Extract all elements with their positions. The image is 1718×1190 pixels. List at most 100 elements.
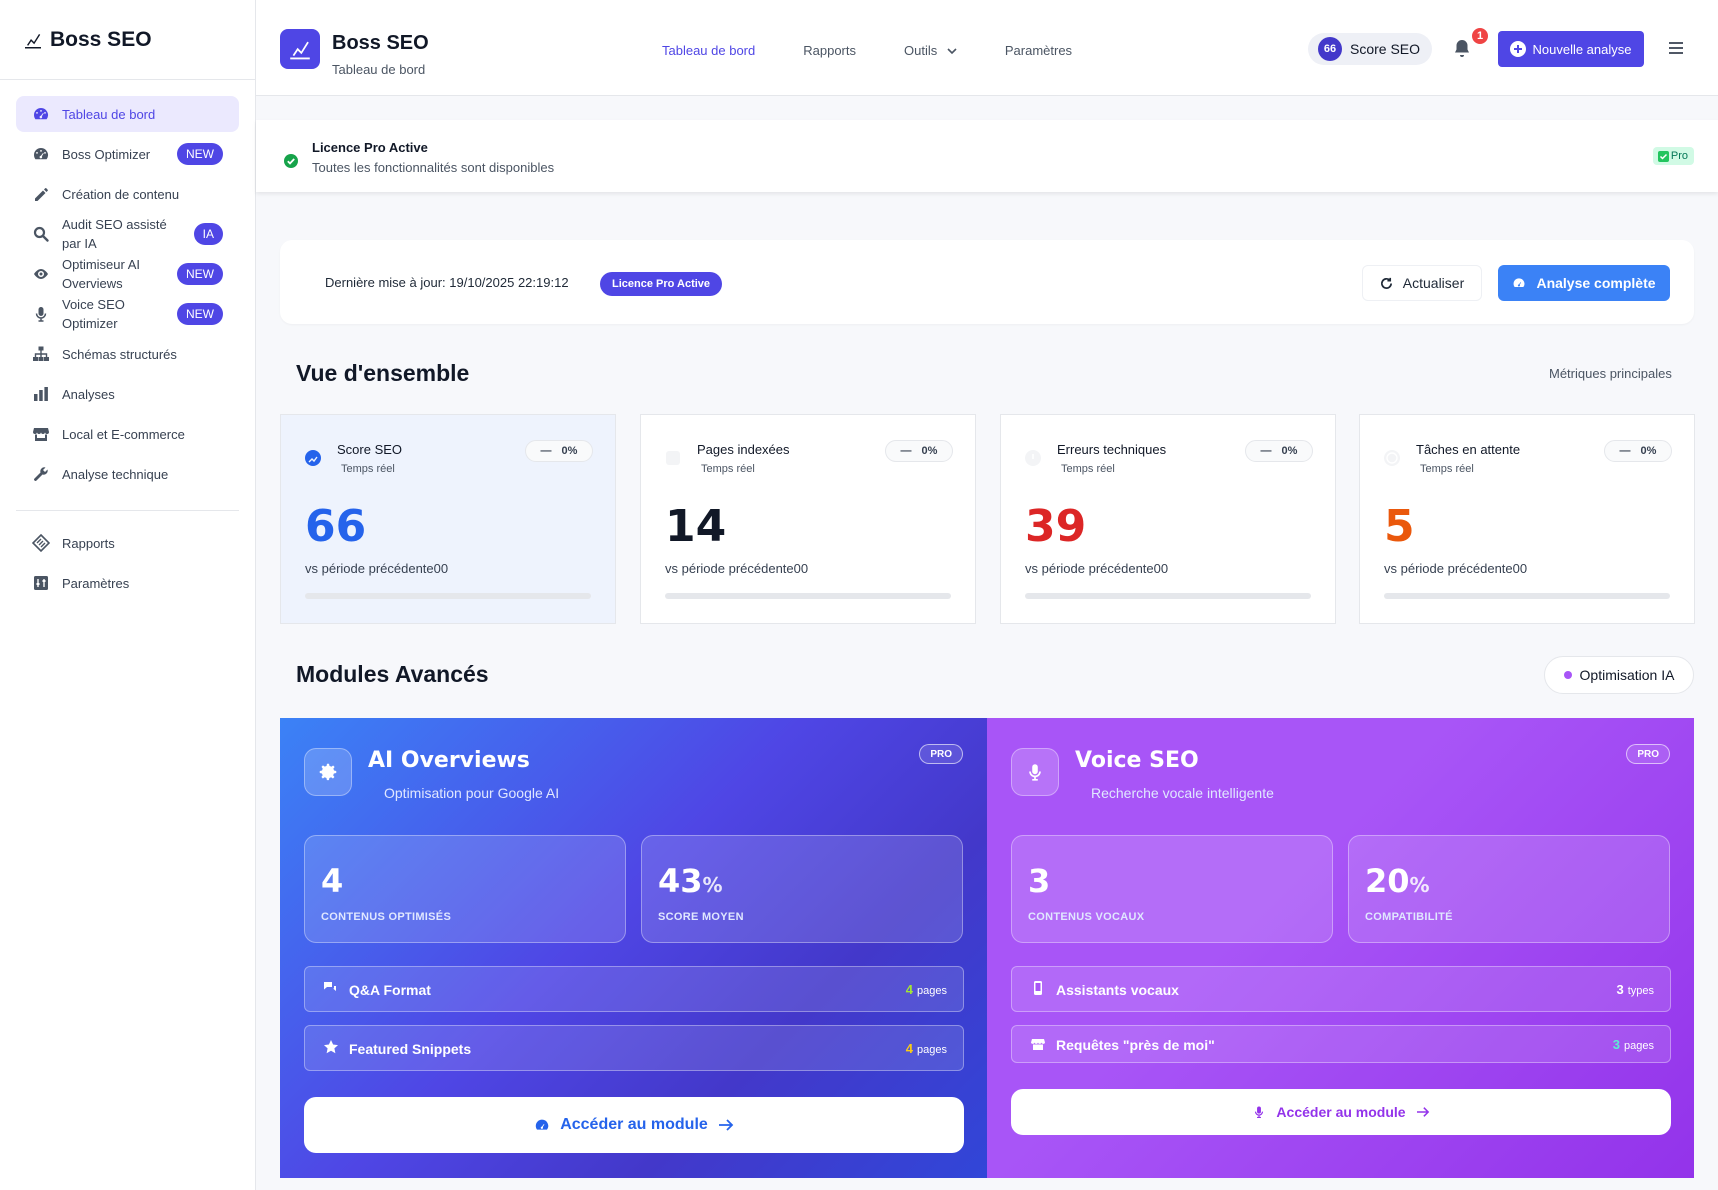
bar-chart-icon <box>34 387 48 401</box>
seo-score-chip[interactable]: 66 Score SEO <box>1308 33 1433 65</box>
eye-icon <box>34 269 48 279</box>
kpi-card-seo-score[interactable]: Score SEO Temps réel — 0% 66 vs période p… <box>280 414 616 624</box>
status-dot <box>1563 671 1572 679</box>
stat-optimized-contents: 4 CONTENUS OPTIMISÉS <box>304 835 626 943</box>
ai-optimization-chip[interactable]: Optimisation IA <box>1544 656 1694 694</box>
sidebar-item-analyses[interactable]: Analyses <box>16 376 239 412</box>
document-icon <box>666 451 680 465</box>
sidebar-item-label: Optimiseur AI Overviews <box>62 257 141 291</box>
kpi-progress-bar <box>305 593 591 599</box>
sitemap-icon <box>33 346 49 361</box>
kpi-change-chip: — 0% <box>1245 440 1313 462</box>
topnav-settings[interactable]: Paramètres <box>1005 43 1072 58</box>
module-subtitle: Recherche vocale intelligente <box>1091 785 1274 801</box>
license-banner: Licence Pro Active Toutes les fonctionna… <box>256 120 1718 192</box>
topnav-reports[interactable]: Rapports <box>803 43 856 58</box>
stat-value: 43% <box>658 862 723 900</box>
kpi-change: 0% <box>1281 445 1298 457</box>
topnav-dashboard[interactable]: Tableau de bord <box>662 43 755 58</box>
bell-icon[interactable] <box>1452 38 1472 60</box>
kpi-value: 66 <box>305 501 367 552</box>
feature-row-qa-format[interactable]: Q&A Format 4 pages <box>304 966 964 1012</box>
kpi-title: Tâches en attente <box>1416 442 1521 457</box>
sidebar-item-label: Paramètres <box>62 575 130 591</box>
topnav-tools[interactable]: Outils <box>904 43 957 58</box>
kpi-value: 14 <box>665 501 727 552</box>
app-title: Boss SEO <box>332 32 429 54</box>
new-analysis-button[interactable]: Nouvelle analyse <box>1498 31 1644 67</box>
kpi-progress-bar <box>1384 593 1670 599</box>
stat-number: 20 <box>1365 862 1410 900</box>
sidebar-item-technical-analysis[interactable]: Analyse technique <box>16 456 239 492</box>
feature-row-featured-snippets[interactable]: Featured Snippets 4 pages <box>304 1025 964 1071</box>
sidebar-item-seo-audit[interactable]: Audit SEO assisté par IA IA <box>16 216 239 252</box>
feature-count: 3 pages <box>1613 1037 1654 1052</box>
new-analysis-label: Nouvelle analyse <box>1532 41 1632 57</box>
comments-icon <box>324 982 336 991</box>
sidebar-item-label: Rapports <box>62 535 115 551</box>
arrow-right-icon <box>718 1119 734 1131</box>
feature-row-voice-assistants[interactable]: Assistants vocaux 3 types <box>1011 966 1671 1012</box>
seo-score-label: Score SEO <box>1350 41 1421 57</box>
app-subtitle: Tableau de bord <box>332 62 426 77</box>
kpi-card-indexed-pages[interactable]: Pages indexées Temps réel — 0% 14 vs péri… <box>640 414 976 624</box>
sidebar-item-local-ecommerce[interactable]: Local et E-commerce <box>16 416 239 452</box>
sidebar-item-label: Schémas structurés <box>62 346 177 362</box>
menu-icon[interactable] <box>1668 41 1684 55</box>
stat-number: 4 <box>321 862 344 900</box>
dash-icon: — <box>1619 445 1631 457</box>
feature-count: 3 types <box>1616 982 1654 997</box>
access-module-label: Accéder au module <box>560 1116 708 1133</box>
kpi-subtitle: Temps réel <box>1420 463 1474 475</box>
kpi-value: 5 <box>1384 501 1415 552</box>
full-analysis-button[interactable]: Analyse complète <box>1498 265 1670 301</box>
sidebar-divider <box>16 510 239 511</box>
new-badge: NEW <box>177 143 223 165</box>
top-header: Boss SEO Tableau de bord Tableau de bord… <box>256 0 1718 96</box>
check-box-icon <box>1657 150 1669 162</box>
metrics-label: Métriques principales <box>1549 366 1672 381</box>
kpi-card-technical-errors[interactable]: Erreurs techniques Temps réel — 0% 39 vs … <box>1000 414 1336 624</box>
kpi-value: 39 <box>1025 501 1087 552</box>
sidebar-item-reports[interactable]: Rapports <box>16 525 239 561</box>
top-nav: Tableau de bord Rapports Outils Paramètr… <box>662 43 1072 58</box>
overview-title: Vue d'ensemble <box>296 360 470 386</box>
star-icon <box>324 1040 338 1054</box>
module-icon-box <box>1011 748 1059 796</box>
store-icon <box>1031 1039 1045 1050</box>
topnav-tools-label: Outils <box>904 43 938 58</box>
stat-average-score: 43% SCORE MOYEN <box>641 835 963 943</box>
kpi-subtitle: Temps réel <box>341 463 395 475</box>
access-module-button[interactable]: Accéder au module <box>304 1097 964 1153</box>
access-module-button[interactable]: Accéder au module <box>1011 1089 1671 1135</box>
sidebar-item-content-creation[interactable]: Création de contenu <box>16 176 239 212</box>
feature-count-unit: pages <box>917 985 947 997</box>
stat-number: 43 <box>658 862 703 900</box>
dash-icon: — <box>900 445 912 457</box>
sidebar-item-ai-overviews[interactable]: Optimiseur AI Overviews NEW <box>16 256 239 292</box>
sidebar-item-voice-seo[interactable]: Voice SEO Optimizer NEW <box>16 296 239 332</box>
feature-label: Featured Snippets <box>349 1041 472 1057</box>
kpi-comparison: vs période précédente00 <box>665 561 809 576</box>
feature-count-unit: types <box>1627 985 1654 997</box>
kpi-subtitle: Temps réel <box>701 463 755 475</box>
sidebar-brand[interactable]: Boss SEO <box>0 0 255 80</box>
sidebar-item-schemas[interactable]: Schémas structurés <box>16 336 239 372</box>
module-subtitle: Optimisation pour Google AI <box>384 785 560 801</box>
feature-label: Requêtes "près de moi" <box>1056 1037 1215 1053</box>
sidebar-item-boss-optimizer[interactable]: Boss Optimizer NEW <box>16 136 239 172</box>
stat-value: 20% <box>1365 862 1430 900</box>
chart-logo-icon <box>290 41 310 60</box>
warning-icon <box>1025 450 1041 466</box>
sidebar-item-settings[interactable]: Paramètres <box>16 565 239 601</box>
update-bar: Dernière mise à jour: 19/10/2025 22:19:1… <box>280 240 1694 324</box>
kpi-card-pending-tasks[interactable]: Tâches en attente Temps réel — 0% 5 vs pé… <box>1359 414 1695 624</box>
refresh-button[interactable]: Actualiser <box>1362 265 1482 301</box>
stat-suffix: % <box>1409 873 1430 897</box>
sidebar-item-dashboard[interactable]: Tableau de bord <box>16 96 239 132</box>
feature-row-near-me-queries[interactable]: Requêtes "près de moi" 3 pages <box>1011 1025 1671 1063</box>
app-logo[interactable] <box>280 29 320 69</box>
refresh-label: Actualiser <box>1402 275 1465 291</box>
feature-count: 4 pages <box>906 1041 947 1056</box>
access-module-label: Accéder au module <box>1276 1104 1406 1120</box>
